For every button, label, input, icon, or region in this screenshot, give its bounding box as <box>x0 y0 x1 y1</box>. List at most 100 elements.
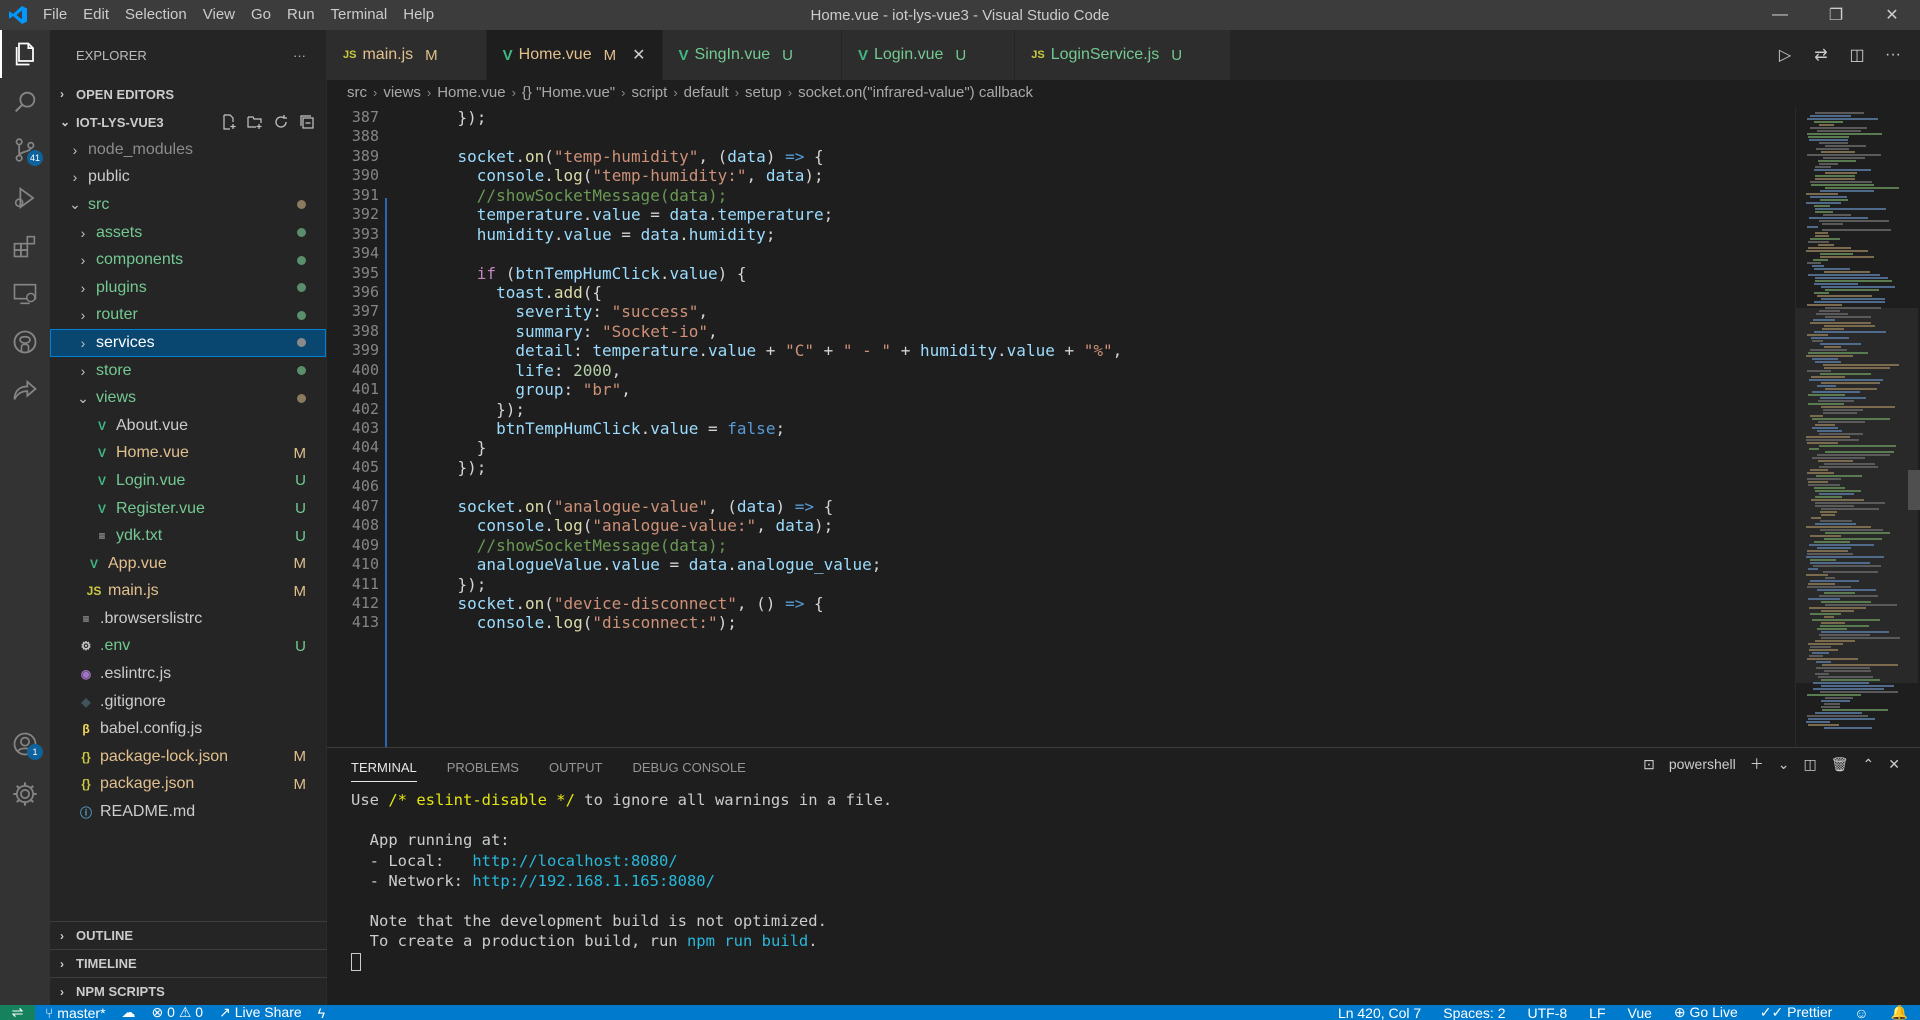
breadcrumb-item[interactable]: socket.on("infrared-value") callback <box>798 84 1033 101</box>
run-debug-icon[interactable] <box>0 174 50 222</box>
language-mode[interactable]: Vue <box>1628 1005 1652 1020</box>
remote-indicator-icon[interactable]: ⇌ <box>0 1005 35 1020</box>
indentation[interactable]: Spaces: 2 <box>1443 1005 1505 1020</box>
restore-button[interactable]: ❐ <box>1808 0 1864 30</box>
explorer-icon[interactable] <box>0 30 50 78</box>
menu-run[interactable]: Run <box>279 0 323 30</box>
minimap[interactable] <box>1795 108 1920 747</box>
panel-tab-problems[interactable]: PROBLEMS <box>447 760 519 775</box>
source-control-icon[interactable]: 41 <box>0 126 50 174</box>
tab-loginservice-js[interactable]: JS LoginService.js U <box>1015 30 1232 80</box>
breadcrumb-item[interactable]: script <box>631 84 667 101</box>
feedback-icon[interactable]: ☺ <box>1854 1005 1868 1020</box>
tree-item-register-vue[interactable]: V Register.vue U <box>50 495 326 523</box>
npm-scripts-section[interactable]: › NPM SCRIPTS <box>50 977 327 1005</box>
lightning-icon[interactable]: ϟ <box>318 1005 325 1020</box>
menu-file[interactable]: File <box>35 0 75 30</box>
minimize-button[interactable]: — <box>1752 0 1808 30</box>
tree-item-main-js[interactable]: JS main.js M <box>50 578 326 606</box>
tree-item--browserslistrc[interactable]: ≡ .browserslistrc <box>50 605 326 633</box>
cursor-position[interactable]: Ln 420, Col 7 <box>1338 1005 1421 1020</box>
breadcrumb-item[interactable]: default <box>684 84 729 101</box>
maximize-panel-icon[interactable]: ⌃ <box>1863 756 1875 773</box>
code-editor[interactable]: 387 }); 388 389 socket.on("temp-humidity",… <box>327 108 1792 747</box>
tree-item-home-vue[interactable]: V Home.vue M <box>50 440 326 468</box>
menu-go[interactable]: Go <box>243 0 279 30</box>
breadcrumb-item[interactable]: Home.vue <box>437 84 505 101</box>
menu-terminal[interactable]: Terminal <box>323 0 396 30</box>
open-editors-section[interactable]: › OPEN EDITORS <box>50 80 326 108</box>
more-actions-icon[interactable]: ··· <box>1882 44 1904 66</box>
trash-icon[interactable]: 🗑 <box>1831 756 1849 773</box>
collapse-all-icon[interactable] <box>298 113 316 131</box>
settings-gear-icon[interactable] <box>0 770 50 818</box>
terminal-shell-select[interactable]: powershell <box>1669 756 1736 772</box>
prettier-item[interactable]: ✓✓ Prettier <box>1760 1005 1832 1020</box>
new-folder-icon[interactable] <box>246 113 264 131</box>
tree-item-login-vue[interactable]: V Login.vue U <box>50 467 326 495</box>
more-actions-icon[interactable]: ··· <box>293 48 306 63</box>
new-file-icon[interactable] <box>220 113 238 131</box>
tree-item-package-lock-json[interactable]: {} package-lock.json M <box>50 743 326 771</box>
tree-item-package-json[interactable]: {} package.json M <box>50 771 326 799</box>
terminal-output[interactable]: Use /* eslint-disable */ to ignore all w… <box>327 786 1920 972</box>
tree-item-public[interactable]: › public <box>50 164 326 192</box>
close-tab-icon[interactable]: ✕ <box>632 45 645 65</box>
tree-item--env[interactable]: ⚙ .env U <box>50 633 326 661</box>
panel-tab-output[interactable]: OUTPUT <box>549 760 602 775</box>
tab-singin-vue[interactable]: V SingIn.vue U <box>662 30 842 80</box>
new-terminal-icon[interactable]: ＋ <box>1750 754 1764 774</box>
compare-changes-icon[interactable]: ⇄ <box>1810 44 1832 66</box>
tree-item-components[interactable]: › components <box>50 246 326 274</box>
chevron-down-icon[interactable]: ⌄ <box>1778 756 1790 773</box>
notifications-icon[interactable]: 🔔 <box>1891 1005 1908 1020</box>
panel-tab-debug-console[interactable]: DEBUG CONSOLE <box>632 760 745 775</box>
search-icon[interactable] <box>0 78 50 126</box>
tree-item-node-modules[interactable]: › node_modules <box>50 136 326 164</box>
branch-item[interactable]: ⑂ master* <box>45 1005 106 1020</box>
breadcrumb-item[interactable]: setup <box>745 84 782 101</box>
breadcrumb-item[interactable]: src <box>347 84 367 101</box>
run-icon[interactable]: ▷ <box>1774 44 1796 66</box>
panel-tab-terminal[interactable]: TERMINAL <box>351 760 417 782</box>
encoding[interactable]: UTF-8 <box>1528 1005 1568 1020</box>
go-live-item[interactable]: ⊕ Go Live <box>1674 1005 1738 1020</box>
vertical-scrollbar[interactable] <box>1908 470 1920 510</box>
breadcrumb-item[interactable]: {} "Home.vue" <box>522 84 615 101</box>
remote-explorer-icon[interactable] <box>0 270 50 318</box>
live-share-icon[interactable] <box>0 366 50 414</box>
live-share-item[interactable]: ↗ Live Share <box>219 1005 302 1020</box>
split-editor-icon[interactable]: ◫ <box>1846 44 1868 66</box>
menu-view[interactable]: View <box>195 0 243 30</box>
tab-main-js[interactable]: JS main.js M <box>327 30 487 80</box>
tree-item-ydk-txt[interactable]: ≡ ydk.txt U <box>50 522 326 550</box>
sync-icon[interactable]: ☁ <box>122 1005 136 1020</box>
tree-item-plugins[interactable]: › plugins <box>50 274 326 302</box>
tree-item-about-vue[interactable]: V About.vue <box>50 412 326 440</box>
menu-help[interactable]: Help <box>395 0 442 30</box>
refresh-icon[interactable] <box>272 113 290 131</box>
accounts-icon[interactable]: 1 <box>0 720 50 768</box>
tree-item-src[interactable]: ⌄ src <box>50 191 326 219</box>
split-terminal-icon[interactable]: ◫ <box>1804 756 1817 773</box>
tree-item-app-vue[interactable]: V App.vue M <box>50 550 326 578</box>
end-of-line[interactable]: LF <box>1589 1005 1605 1020</box>
tree-item-babel-config-js[interactable]: β babel.config.js <box>50 715 326 743</box>
close-window-button[interactable]: ✕ <box>1864 0 1920 30</box>
tab-home-vue[interactable]: V Home.vue M ✕ <box>486 30 663 80</box>
menu-selection[interactable]: Selection <box>117 0 195 30</box>
tree-item-store[interactable]: › store <box>50 357 326 385</box>
outline-section[interactable]: › OUTLINE <box>50 921 327 949</box>
close-panel-icon[interactable]: ✕ <box>1888 756 1900 773</box>
tree-item-assets[interactable]: › assets <box>50 219 326 247</box>
problems-item[interactable]: ⊗ 0 ⚠ 0 <box>152 1005 204 1020</box>
menu-edit[interactable]: Edit <box>75 0 117 30</box>
tree-item-services[interactable]: › services <box>50 329 326 357</box>
tree-item-router[interactable]: › router <box>50 302 326 330</box>
breadcrumb-item[interactable]: views <box>383 84 421 101</box>
tree-item--gitignore[interactable]: ◆ .gitignore <box>50 688 326 716</box>
tree-item--eslintrc-js[interactable]: ◉ .eslintrc.js <box>50 660 326 688</box>
tree-item-readme-md[interactable]: ⓘ README.md <box>50 798 326 826</box>
tab-login-vue[interactable]: V Login.vue U <box>841 30 1016 80</box>
timeline-section[interactable]: › TIMELINE <box>50 949 327 977</box>
